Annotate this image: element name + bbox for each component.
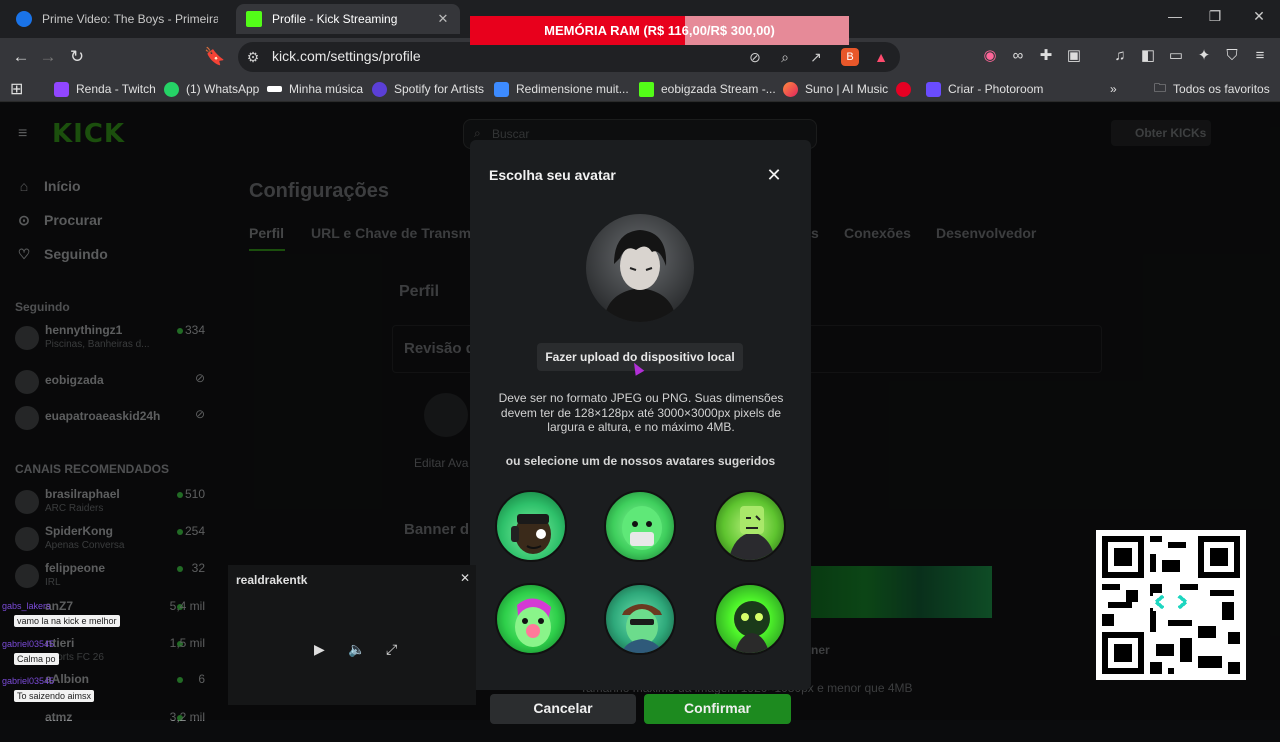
leo-ai-icon[interactable]: ✦ — [1194, 46, 1214, 66]
modal-title: Escolha seu avatar — [489, 167, 616, 183]
twitch-icon — [54, 81, 69, 97]
bookmark-suno[interactable]: Suno | AI Music — [783, 80, 888, 98]
suno-icon — [783, 81, 798, 97]
minimize-icon[interactable]: — — [1160, 8, 1190, 28]
chat-username: gabriel03545 — [2, 676, 55, 686]
expand-icon[interactable]: ⤢ — [386, 641, 397, 658]
whatsapp-icon — [164, 81, 179, 97]
prime-video-favicon-icon — [16, 11, 32, 27]
camera-blocked-icon[interactable]: ⊘ — [746, 48, 764, 66]
spotify-artists-icon — [372, 81, 387, 97]
bookmark-minha-musica[interactable]: Minha música — [267, 80, 363, 98]
bookmark-label: Suno | AI Music — [805, 82, 889, 96]
suggested-avatar-headphones[interactable] — [495, 490, 567, 562]
ram-usage-text: MEMÓRIA RAM (R$ 116,00/R$ 300,00) — [544, 23, 775, 38]
bookmark-eobigzada-stream[interactable]: eobigzada Stream -... — [639, 80, 776, 98]
upload-requirements: Deve ser no formato JPEG ou PNG. Suas di… — [498, 391, 784, 435]
forward-icon[interactable]: → — [37, 46, 59, 68]
kick-favicon-icon — [246, 11, 262, 27]
mini-player[interactable]: realdrakentk ✕ ▶ 🔈 ⤢ — [228, 565, 476, 705]
brave-shield-icon[interactable]: B — [841, 48, 859, 66]
folder-icon: 🗀 — [1154, 80, 1167, 95]
all-bookmarks-folder[interactable]: 🗀 Todos os favoritos — [1154, 80, 1270, 98]
suggested-avatar-cap[interactable] — [604, 583, 676, 655]
bookmark-label: Spotify for Artists — [394, 82, 485, 96]
qr-code — [1096, 530, 1246, 680]
sidebar-icon[interactable]: ◧ — [1138, 46, 1158, 66]
bookmark-label: (1) WhatsApp — [186, 82, 260, 96]
suggested-avatar-pink-nose[interactable] — [495, 583, 567, 655]
tab-title: Prime Video: The Boys - Primeira Tem — [42, 12, 218, 26]
distrokid-icon — [267, 86, 282, 92]
music-icon[interactable]: ♫ — [1110, 46, 1130, 66]
bookmark-label: Redimensione muit... — [516, 82, 629, 96]
chat-message: To saizendo aimsx — [14, 690, 95, 702]
heart-icon — [494, 81, 509, 97]
restore-icon[interactable]: ❐ — [1200, 8, 1230, 28]
back-icon[interactable]: ← — [10, 46, 32, 68]
reload-icon[interactable]: ↻ — [66, 46, 88, 68]
wallet-icon[interactable]: ▭ — [1166, 46, 1186, 66]
close-icon[interactable]: ✕ — [764, 165, 784, 185]
bookmark-label: Renda - Twitch — [76, 82, 156, 96]
browser-tab-prime-video[interactable]: Prime Video: The Boys - Primeira Tem — [6, 4, 228, 34]
bookmark-whatsapp[interactable]: (1) WhatsApp — [164, 80, 259, 98]
volume-icon[interactable]: 🔈 — [348, 641, 365, 658]
apps-grid-icon[interactable]: ⊞ — [10, 80, 23, 98]
suggested-avatar-mask[interactable] — [604, 490, 676, 562]
zoom-icon[interactable]: ⌕ — [776, 48, 794, 66]
mini-player-channel: realdrakentk — [236, 573, 308, 587]
extension-glasses-icon[interactable]: ∞ — [1008, 46, 1028, 66]
url-text[interactable]: kick.com/settings/profile — [272, 48, 421, 64]
share-icon[interactable]: ↗ — [807, 48, 825, 66]
site-info-icon[interactable]: ⚙ — [244, 48, 262, 66]
bookmark-renda-twitch[interactable]: Renda - Twitch — [54, 80, 156, 98]
brave-rewards-icon[interactable]: ▲ — [872, 48, 890, 66]
suggested-avatars-label: ou selecione um de nossos avatares suger… — [505, 454, 776, 468]
bookmark-label: Minha música — [289, 82, 364, 96]
chat-message: Calma po — [14, 653, 59, 665]
menu-icon[interactable]: ≡ — [1250, 46, 1270, 66]
bookmark-pinterest[interactable] — [896, 80, 918, 98]
bookmark-label: Todos os favoritos — [1173, 82, 1270, 96]
ram-usage-banner: MEMÓRIA RAM (R$ 116,00/R$ 300,00) — [470, 16, 849, 45]
chat-username: gabs_lakers — [2, 601, 51, 611]
suggested-avatar-glow[interactable] — [714, 583, 786, 655]
extension-pink-icon[interactable]: ◉ — [980, 46, 1000, 66]
close-mini-player-icon[interactable]: ✕ — [460, 571, 470, 585]
screenshot-icon[interactable]: ▣ — [1064, 46, 1084, 66]
close-window-icon[interactable]: ✕ — [1244, 8, 1274, 28]
kick-icon — [639, 81, 654, 97]
suggested-avatar-hoodie[interactable] — [714, 490, 786, 562]
current-avatar-preview — [586, 214, 694, 322]
vpn-icon[interactable]: ⛉ — [1222, 46, 1242, 66]
photoroom-icon — [926, 81, 941, 97]
tab-title: Profile - Kick Streaming — [272, 12, 398, 26]
bookmark-label: Criar - Photoroom — [948, 82, 1044, 96]
close-tab-icon[interactable]: ✕ — [436, 11, 450, 27]
bookmark-label: eobigzada Stream -... — [661, 82, 776, 96]
bookmark-page-icon[interactable]: 🔖 — [204, 46, 226, 68]
pinterest-icon — [896, 81, 911, 97]
more-bookmarks-icon[interactable]: » — [1110, 80, 1117, 98]
browser-tab-kick-profile[interactable]: Profile - Kick Streaming ✕ — [236, 4, 460, 34]
play-icon[interactable]: ▶ — [314, 641, 325, 658]
bookmark-photoroom[interactable]: Criar - Photoroom — [926, 80, 1043, 98]
extensions-puzzle-icon[interactable]: ✚ — [1036, 46, 1056, 66]
chat-message: vamo la na kick e melhor — [14, 615, 120, 627]
bookmark-spotify-artists[interactable]: Spotify for Artists — [372, 80, 484, 98]
chat-username: gabriel03545 — [2, 639, 55, 649]
bookmark-redimensione[interactable]: Redimensione muit... — [494, 80, 629, 98]
